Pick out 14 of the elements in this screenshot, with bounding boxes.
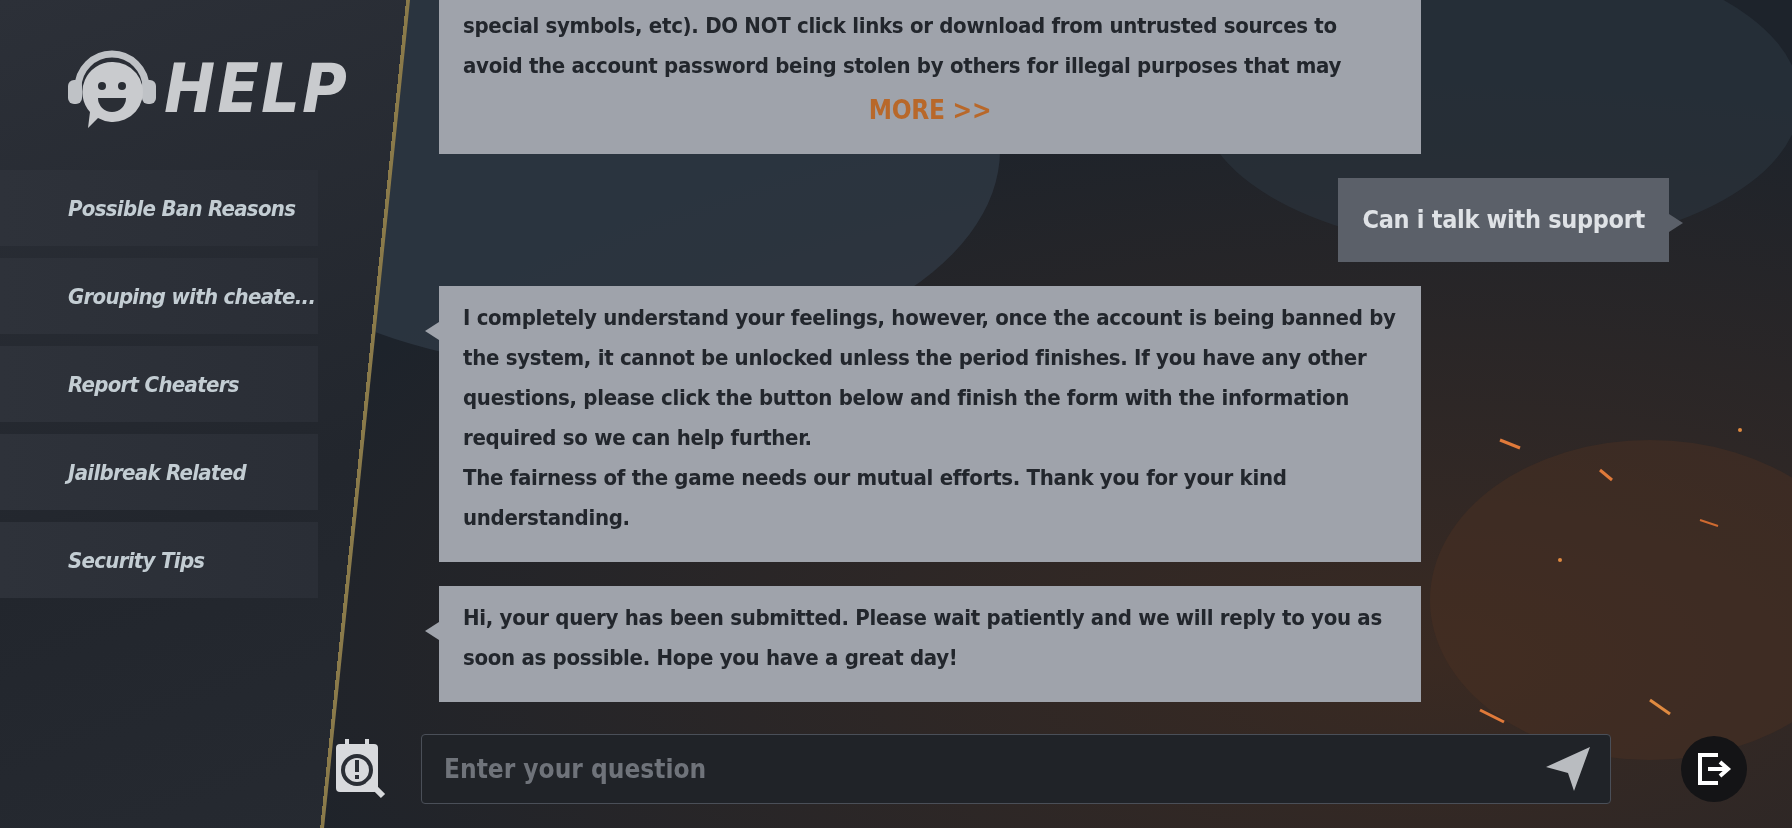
send-icon[interactable]: [1544, 745, 1592, 793]
query-search-icon: [333, 738, 387, 800]
bubble-pointer: [425, 322, 439, 340]
menu-item[interactable]: Report Cheaters: [0, 346, 318, 422]
bubble-pointer: [1669, 214, 1683, 232]
menu-item[interactable]: Possible Ban Reasons: [0, 170, 318, 246]
help-title: HELP: [164, 48, 349, 128]
menu-item[interactable]: Grouping with cheate...: [0, 258, 318, 334]
question-input[interactable]: Enter your question: [442, 753, 1544, 785]
question-field[interactable]: Enter your question: [421, 734, 1611, 804]
support-message: special symbols, etc). DO NOT click links or download from untrusted sources to avoid the account password being stolen by others for illegal purposes that may MORE >>: [439, 0, 1421, 154]
menu-item[interactable]: Jailbreak Related: [0, 434, 318, 510]
menu-item[interactable]: Security Tips: [0, 522, 318, 598]
bubble-pointer: [425, 622, 439, 640]
